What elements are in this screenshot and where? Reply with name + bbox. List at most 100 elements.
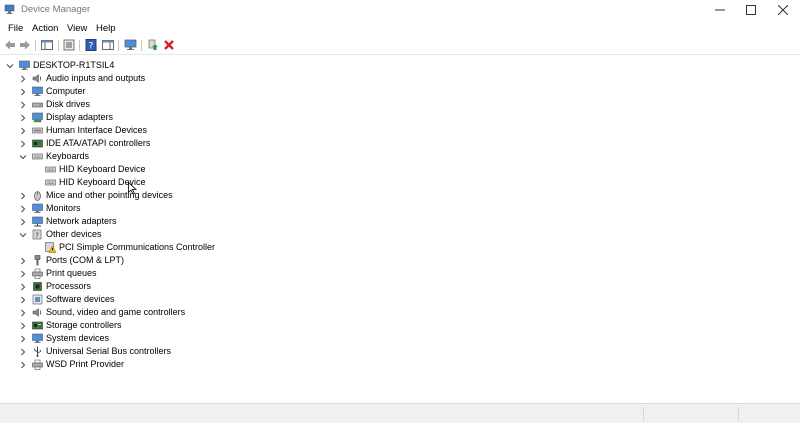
- status-bar-separator: [738, 407, 739, 421]
- chevron-right-icon[interactable]: [19, 218, 27, 226]
- chevron-right-icon[interactable]: [19, 270, 27, 278]
- close-button[interactable]: [766, 0, 800, 20]
- toolbar-separator: [58, 40, 59, 51]
- network-adapter-icon: [32, 216, 43, 227]
- tree-item-print-queues[interactable]: Print queues: [19, 267, 97, 280]
- minimize-icon: [715, 9, 725, 11]
- properties-button[interactable]: [62, 38, 76, 52]
- ide-controller-icon: [32, 138, 43, 149]
- toolbar-separator: [141, 40, 142, 51]
- chevron-right-icon[interactable]: [19, 257, 27, 265]
- keyboard-icon: [45, 164, 56, 175]
- tree-item-keyboards[interactable]: Keyboards: [19, 150, 89, 163]
- chevron-right-icon[interactable]: [19, 335, 27, 343]
- chevron-right-icon[interactable]: [19, 296, 27, 304]
- tree-item-disk-drives[interactable]: Disk drives: [19, 98, 90, 111]
- tree-item-storage-controllers[interactable]: Storage controllers: [19, 319, 122, 332]
- svg-text:?: ?: [89, 42, 94, 52]
- tree-item-label: Computer: [46, 86, 86, 96]
- tree-item-system-devices[interactable]: System devices: [19, 332, 109, 345]
- menu-bar: File Action View Help: [0, 21, 800, 36]
- hid-icon: [32, 125, 43, 136]
- tree-item-wsd-print-provider[interactable]: WSD Print Provider: [19, 358, 124, 371]
- menu-help[interactable]: Help: [96, 23, 116, 34]
- chevron-down-icon[interactable]: [19, 153, 27, 161]
- tree-item-software-devices[interactable]: Software devices: [19, 293, 115, 306]
- uninstall-device-button[interactable]: [162, 38, 176, 52]
- monitor-scan-icon: [124, 39, 136, 50]
- maximize-button[interactable]: [734, 0, 768, 20]
- close-icon: [778, 5, 788, 15]
- tree-item-hid-keyboard-device[interactable]: HID Keyboard Device: [45, 163, 146, 176]
- chevron-right-icon[interactable]: [19, 127, 27, 135]
- tree-item-display-adapters[interactable]: Display adapters: [19, 111, 113, 124]
- chevron-right-icon[interactable]: [19, 140, 27, 148]
- forward-button[interactable]: [18, 38, 32, 52]
- chevron-right-icon[interactable]: [19, 114, 27, 122]
- minimize-button[interactable]: [703, 0, 737, 20]
- tree-item-label: Ports (COM & LPT): [46, 255, 125, 265]
- usb-icon: [32, 346, 43, 357]
- chevron-right-icon[interactable]: [19, 88, 27, 96]
- maximize-icon: [746, 5, 756, 15]
- tree-item-label: IDE ATA/ATAPI controllers: [46, 138, 151, 148]
- tree-item-label: Keyboards: [46, 151, 90, 161]
- tree-item-audio-inputs-and-outputs[interactable]: Audio inputs and outputs: [19, 72, 145, 85]
- tree-item-label: Software devices: [46, 294, 115, 304]
- chevron-right-icon[interactable]: [19, 283, 27, 291]
- chevron-right-icon[interactable]: [19, 192, 27, 200]
- system-devices-icon: [32, 333, 43, 344]
- tree-item-pci-simple-communications-controller[interactable]: PCI Simple Communications Controller: [45, 241, 215, 254]
- tree-item-label: Sound, video and game controllers: [46, 307, 186, 317]
- tree-item-ide-ata-atapi-controllers[interactable]: IDE ATA/ATAPI controllers: [19, 137, 150, 150]
- storage-controller-icon: [32, 320, 43, 331]
- tree-item-label: Network adapters: [46, 216, 117, 226]
- title-bar: Device Manager: [0, 0, 800, 20]
- chevron-right-icon[interactable]: [19, 205, 27, 213]
- tree-item-monitors[interactable]: Monitors: [19, 202, 81, 215]
- tree-item-universal-serial-bus-controllers[interactable]: Universal Serial Bus controllers: [19, 345, 171, 358]
- action-pane-button[interactable]: [101, 38, 115, 52]
- back-button[interactable]: [3, 38, 17, 52]
- chevron-right-icon[interactable]: [19, 361, 27, 369]
- menu-file[interactable]: File: [8, 23, 23, 34]
- tree-item-processors[interactable]: Processors: [19, 280, 91, 293]
- pointer-cursor-icon: [128, 181, 138, 195]
- tree-item-other-devices[interactable]: ? Other devices: [19, 228, 102, 241]
- help-button[interactable]: ?: [84, 38, 98, 52]
- show-hide-console-tree-button[interactable]: [40, 38, 54, 52]
- chevron-right-icon[interactable]: [19, 101, 27, 109]
- sound-controller-icon: [32, 307, 43, 318]
- scan-hardware-changes-button[interactable]: [123, 38, 137, 52]
- properties-icon: [63, 39, 75, 51]
- arrow-right-icon: [20, 40, 30, 50]
- menu-action[interactable]: Action: [32, 23, 58, 34]
- other-devices-icon: ?: [32, 229, 43, 240]
- update-driver-button[interactable]: [146, 38, 160, 52]
- chevron-down-icon[interactable]: [19, 231, 27, 239]
- status-bar: [0, 403, 800, 423]
- tree-item-ports-com-lpt[interactable]: Ports (COM & LPT): [19, 254, 124, 267]
- mouse-cursor: [128, 181, 138, 197]
- chevron-right-icon[interactable]: [19, 309, 27, 317]
- chevron-right-icon[interactable]: [19, 322, 27, 330]
- tree-item-network-adapters[interactable]: Network adapters: [19, 215, 117, 228]
- chevron-down-icon[interactable]: [6, 62, 14, 70]
- menu-view[interactable]: View: [67, 23, 87, 34]
- tree-item-human-interface-devices[interactable]: Human Interface Devices: [19, 124, 147, 137]
- tree-root[interactable]: DESKTOP-R1TSIL4: [6, 59, 114, 72]
- tree-item-label: PCI Simple Communications Controller: [59, 242, 216, 252]
- tree-item-computer[interactable]: Computer: [19, 85, 86, 98]
- keyboard-icon: [32, 151, 43, 162]
- update-driver-icon: [148, 39, 158, 50]
- tree-item-sound-video-and-game-controllers[interactable]: Sound, video and game controllers: [19, 306, 185, 319]
- chevron-right-icon[interactable]: [19, 75, 27, 83]
- tree-item-label: Display adapters: [46, 112, 114, 122]
- tree-item-label: Audio inputs and outputs: [46, 73, 146, 83]
- tree-item-mice-and-other-pointing-devices[interactable]: Mice and other pointing devices: [19, 189, 173, 202]
- svg-text:?: ?: [35, 232, 39, 240]
- disk-drive-icon: [32, 99, 43, 110]
- monitor-icon: [32, 203, 43, 214]
- tree-item-label: System devices: [46, 333, 110, 343]
- chevron-right-icon[interactable]: [19, 348, 27, 356]
